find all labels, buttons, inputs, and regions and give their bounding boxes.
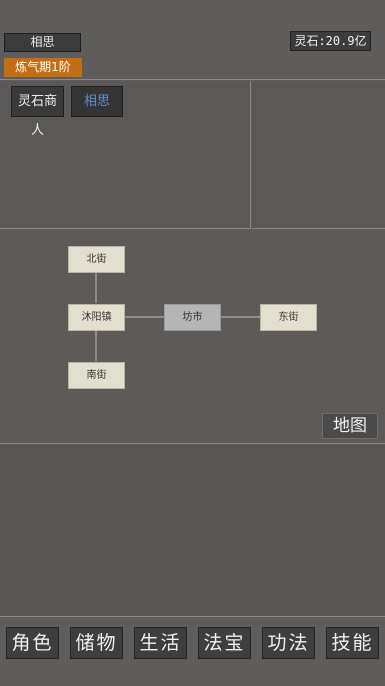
nav-storage-button[interactable]: 储物 [70, 627, 123, 659]
map-path-south [95, 330, 97, 361]
side-info-panel [252, 81, 385, 229]
spirit-stone-counter: 灵石:20.9亿 [290, 31, 371, 51]
npc-button-spirit-stone-merchant[interactable]: 灵石商人 [11, 86, 64, 138]
nav-skills-button[interactable]: 技能 [326, 627, 379, 659]
npc-button-player[interactable]: 相思 [71, 86, 123, 117]
nav-treasure-button[interactable]: 法宝 [198, 627, 251, 659]
map-path-market [125, 316, 164, 318]
map-path-east [221, 316, 260, 318]
nav-cultivation-method-button[interactable]: 功法 [262, 627, 315, 659]
status-header: 相思 炼气期1阶 灵石:20.9亿 [0, 0, 385, 80]
map-path-north [95, 272, 97, 303]
world-map-button[interactable]: 地图 [322, 413, 378, 439]
map-node-market-current[interactable]: 坊市 [164, 304, 221, 331]
map-node-north-street[interactable]: 北街 [68, 246, 125, 273]
map-node-east-street[interactable]: 东街 [260, 304, 317, 331]
nav-character-button[interactable]: 角色 [6, 627, 59, 659]
realm-badge: 炼气期1阶 [4, 58, 82, 77]
map-node-town[interactable]: 沐阳镇 [68, 304, 125, 331]
nav-life-button[interactable]: 生活 [134, 627, 187, 659]
map-node-south-street[interactable]: 南街 [68, 362, 125, 389]
message-log-panel [0, 445, 385, 617]
player-name-button[interactable]: 相思 [4, 33, 81, 52]
